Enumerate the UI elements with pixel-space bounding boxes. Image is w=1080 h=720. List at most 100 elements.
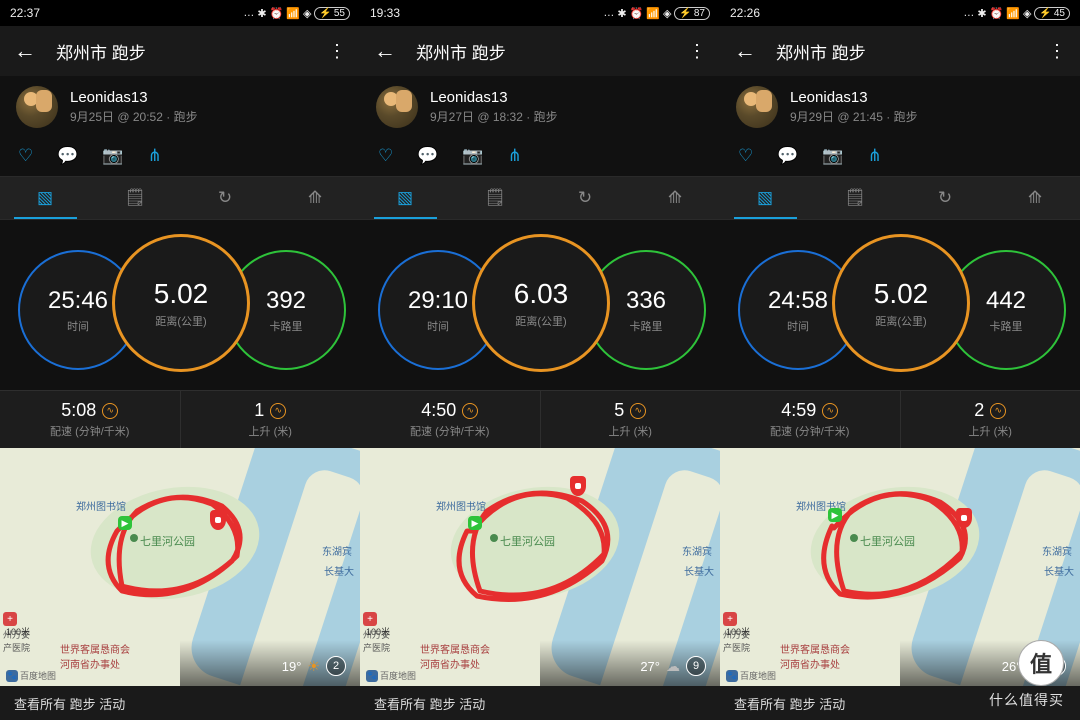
- status-icons: … ✱ ⏰ 📶 ◈ ⚡55: [243, 7, 350, 20]
- share-icon[interactable]: ⋔: [508, 146, 522, 166]
- camera-icon[interactable]: 📷: [462, 146, 483, 166]
- dots-icon: …: [963, 7, 974, 19]
- activity-subtitle: 9月25日 @ 20:52 · 跑步: [70, 108, 198, 125]
- weather-widget: 27° ☁ 9: [640, 656, 706, 676]
- camera-icon[interactable]: 📷: [102, 146, 123, 166]
- tab-notes[interactable]: 🗒: [90, 177, 180, 219]
- comment-icon[interactable]: 💬: [417, 146, 438, 166]
- calories-value: 442: [986, 287, 1026, 315]
- ascent-stat[interactable]: 1∿ 上升 (米): [180, 391, 361, 448]
- like-icon[interactable]: ♡: [738, 146, 753, 166]
- ascent-label: 上升 (米): [969, 423, 1012, 439]
- tab-laps[interactable]: ↻: [540, 177, 630, 219]
- stats-row: 4:50∿ 配速 (分钟/千米) 5∿ 上升 (米): [360, 390, 720, 448]
- comment-icon[interactable]: 💬: [777, 146, 798, 166]
- back-button[interactable]: ←: [374, 38, 396, 64]
- tab-heart[interactable]: ⟰: [990, 177, 1080, 219]
- hospital-icon: +: [3, 612, 17, 626]
- avatar: [736, 86, 778, 128]
- screen-2: 19:33 … ✱ ⏰ 📶 ◈ ⚡87 ← 郑州市 跑步 ⋮ Leonidas1…: [360, 0, 720, 720]
- user-row[interactable]: Leonidas13 9月29日 @ 21:45 · 跑步: [720, 76, 1080, 138]
- pace-stat[interactable]: 4:50∿ 配速 (分钟/千米): [360, 391, 540, 448]
- ascent-stat[interactable]: 5∿ 上升 (米): [540, 391, 721, 448]
- tab-stats[interactable]: ▧: [720, 177, 810, 219]
- tab-heart[interactable]: ⟰: [630, 177, 720, 219]
- watermark: 值 什么值得买: [989, 640, 1064, 710]
- temperature: 27°: [640, 659, 660, 674]
- pace-stat[interactable]: 5:08∿ 配速 (分钟/千米): [0, 391, 180, 448]
- calories-label: 卡路里: [270, 318, 303, 334]
- action-bar: ♡ 💬 📷 ⋔: [360, 138, 720, 176]
- header: ← 郑州市 跑步 ⋮: [0, 26, 360, 76]
- view-all-link[interactable]: 查看所有 跑步 活动: [0, 686, 360, 720]
- weather-icon: ☀: [307, 658, 320, 675]
- pace-value: 4:59: [781, 400, 816, 421]
- pace-value: 5:08: [61, 400, 96, 421]
- wave-icon: ∿: [462, 403, 478, 419]
- gps-track: [452, 476, 632, 606]
- header: ← 郑州市 跑步 ⋮: [720, 26, 1080, 76]
- bluetooth-icon: ✱: [617, 7, 626, 20]
- tab-heart[interactable]: ⟰: [270, 177, 360, 219]
- weather-icon: ☁: [666, 658, 680, 675]
- baidu-logo: 🐾百度地图: [6, 669, 56, 682]
- map-scale: 100米: [726, 625, 750, 638]
- tab-stats[interactable]: ▧: [0, 177, 90, 219]
- back-button[interactable]: ←: [734, 38, 756, 64]
- wave-icon: ∿: [630, 403, 646, 419]
- baidu-logo: 🐾百度地图: [726, 669, 776, 682]
- tab-notes[interactable]: 🗒: [810, 177, 900, 219]
- weather-widget: 19° ☀ 2: [282, 656, 346, 676]
- status-icons: … ✱ ⏰ 📶 ◈ ⚡87: [603, 7, 710, 20]
- ascent-value: 2: [974, 400, 984, 421]
- calories-label: 卡路里: [990, 318, 1023, 334]
- baidu-logo: 🐾百度地图: [366, 669, 416, 682]
- tab-notes[interactable]: 🗒: [450, 177, 540, 219]
- distance-ring[interactable]: 6.03 距离(公里): [472, 234, 610, 372]
- like-icon[interactable]: ♡: [378, 146, 393, 166]
- watermark-icon: 值: [1018, 640, 1064, 686]
- more-menu-button[interactable]: ⋮: [328, 41, 346, 62]
- wifi-icon: ◈: [1023, 7, 1031, 20]
- like-icon[interactable]: ♡: [18, 146, 33, 166]
- pace-stat[interactable]: 4:59∿ 配速 (分钟/千米): [720, 391, 900, 448]
- share-icon[interactable]: ⋔: [868, 146, 882, 166]
- share-icon[interactable]: ⋔: [148, 146, 162, 166]
- distance-ring[interactable]: 5.02 距离(公里): [832, 234, 970, 372]
- camera-icon[interactable]: 📷: [822, 146, 843, 166]
- wifi-icon: ◈: [303, 7, 311, 20]
- activity-subtitle: 9月29日 @ 21:45 · 跑步: [790, 108, 918, 125]
- header-title: 郑州市 跑步: [776, 39, 1048, 64]
- tab-laps[interactable]: ↻: [180, 177, 270, 219]
- status-bar: 22:26 … ✱ ⏰ 📶 ◈ ⚡45: [720, 0, 1080, 26]
- time-value: 25:46: [48, 287, 108, 315]
- donghu-label: 东湖宾: [1042, 543, 1072, 558]
- more-menu-button[interactable]: ⋮: [1048, 41, 1066, 62]
- signal-icon: 📶: [646, 7, 660, 20]
- tab-stats[interactable]: ▧: [360, 177, 450, 219]
- user-row[interactable]: Leonidas13 9月25日 @ 20:52 · 跑步: [0, 76, 360, 138]
- view-all-link[interactable]: 查看所有 跑步 活动: [360, 686, 720, 720]
- changji-label: 长基大: [684, 563, 714, 578]
- user-row[interactable]: Leonidas13 9月27日 @ 18:32 · 跑步: [360, 76, 720, 138]
- map[interactable]: 七里河公园 郑州图书馆 东湖宾 长基大 + 州万安产医院 100米 世界客属恳商…: [360, 448, 720, 686]
- alarm-icon: ⏰: [630, 7, 644, 20]
- activity-subtitle: 9月27日 @ 18:32 · 跑步: [430, 108, 558, 125]
- signal-icon: 📶: [1006, 7, 1020, 20]
- ascent-stat[interactable]: 2∿ 上升 (米): [900, 391, 1080, 448]
- distance-label: 距离(公里): [875, 313, 926, 329]
- screen-3: 22:26 … ✱ ⏰ 📶 ◈ ⚡45 ← 郑州市 跑步 ⋮ Leonidas1…: [720, 0, 1080, 720]
- back-button[interactable]: ←: [14, 38, 36, 64]
- username: Leonidas13: [790, 89, 918, 106]
- watermark-text: 什么值得买: [989, 690, 1064, 710]
- distance-ring[interactable]: 5.02 距离(公里): [112, 234, 250, 372]
- tab-laps[interactable]: ↻: [900, 177, 990, 219]
- more-menu-button[interactable]: ⋮: [688, 41, 706, 62]
- signal-icon: 📶: [286, 7, 300, 20]
- map[interactable]: 七里河公园 郑州图书馆 东湖宾 长基大 + 州万安产医院 100米 世界客属恳商…: [0, 448, 360, 686]
- username: Leonidas13: [430, 89, 558, 106]
- org-label: 世界客属恳商会河南省办事处: [60, 641, 130, 671]
- distance-value: 6.03: [514, 278, 569, 310]
- comment-icon[interactable]: 💬: [57, 146, 78, 166]
- time-value: 24:58: [768, 287, 828, 315]
